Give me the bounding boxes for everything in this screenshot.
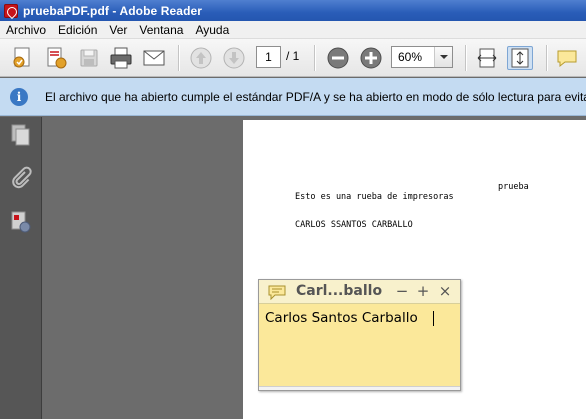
pdfa-info-bar: i El archivo que ha abierto cumple el es… [0, 78, 586, 116]
email-icon [143, 50, 165, 66]
fit-page-width-button[interactable] [474, 46, 500, 70]
note-text-area[interactable]: Carlos Santos Carballo [265, 310, 418, 326]
note-resize-bar[interactable] [259, 386, 460, 390]
pages-button[interactable] [8, 122, 34, 148]
note-icon [268, 285, 286, 300]
toolbar-separator [465, 45, 466, 71]
next-page-button[interactable] [221, 46, 247, 70]
menu-bar: Archivo Edición Ver Ventana Ayuda [0, 21, 586, 39]
fit-page-icon [511, 48, 529, 68]
previous-page-icon [190, 47, 212, 69]
page-text-line: Esto es una rueba de impresoras [295, 192, 454, 202]
combine-files-button[interactable] [43, 46, 69, 70]
page-heading: prueba [498, 182, 529, 192]
create-pdf-button[interactable] [10, 46, 36, 70]
toolbar-separator [314, 45, 315, 71]
zoom-in-icon [360, 47, 382, 69]
print-button[interactable] [108, 46, 134, 70]
print-icon [110, 47, 132, 69]
toolbar-separator [178, 45, 179, 71]
minimize-icon[interactable]: − [394, 282, 410, 300]
page-number-input[interactable]: 1 [256, 46, 281, 68]
menu-ventana[interactable]: Ventana [133, 23, 189, 37]
page-text-line: CARLOS SSANTOS CARBALLO [295, 220, 413, 230]
save-button[interactable] [76, 46, 102, 70]
previous-page-button[interactable] [188, 46, 214, 70]
signatures-icon [11, 211, 31, 233]
navigation-panel [0, 117, 42, 419]
pages-icon [11, 124, 30, 146]
menu-archivo[interactable]: Archivo [0, 23, 52, 37]
maximize-icon[interactable]: + [415, 282, 431, 300]
fit-page-button[interactable] [507, 46, 533, 70]
combine-files-icon [47, 47, 67, 69]
close-icon[interactable]: × [437, 282, 453, 300]
menu-ver[interactable]: Ver [103, 23, 133, 37]
window-title: pruebaPDF.pdf - Adobe Reader [23, 3, 203, 18]
create-pdf-icon [13, 47, 30, 68]
zoom-select[interactable]: 60% [391, 46, 453, 68]
next-page-icon [223, 47, 245, 69]
menu-ayuda[interactable]: Ayuda [189, 23, 235, 37]
comment-button[interactable] [554, 46, 580, 70]
signatures-button[interactable] [8, 209, 34, 235]
zoom-in-button[interactable] [358, 46, 384, 70]
info-icon: i [10, 87, 28, 106]
attachments-icon [12, 166, 32, 189]
zoom-out-icon [327, 47, 349, 69]
attachments-button[interactable] [8, 165, 34, 191]
save-icon [80, 49, 98, 67]
title-bar: pruebaPDF.pdf - Adobe Reader [0, 0, 586, 21]
page-total: / 1 [286, 49, 300, 63]
sticky-note-popup[interactable]: Carl...ballo − + × Carlos Santos Carball… [258, 279, 461, 391]
note-title: Carl...ballo [296, 283, 383, 299]
info-message: El archivo que ha abierto cumple el está… [45, 89, 586, 104]
chevron-down-icon[interactable] [434, 47, 452, 67]
note-header[interactable]: Carl...ballo − + × [259, 280, 460, 304]
adobe-reader-icon [4, 3, 18, 18]
fit-page-width-icon [477, 48, 497, 68]
text-caret [433, 311, 434, 326]
zoom-value: 60% [398, 50, 423, 64]
comment-icon [557, 50, 577, 68]
email-button[interactable] [141, 46, 167, 70]
toolbar-separator [546, 45, 547, 71]
menu-edicion[interactable]: Edición [52, 23, 103, 37]
zoom-out-button[interactable] [325, 46, 351, 70]
